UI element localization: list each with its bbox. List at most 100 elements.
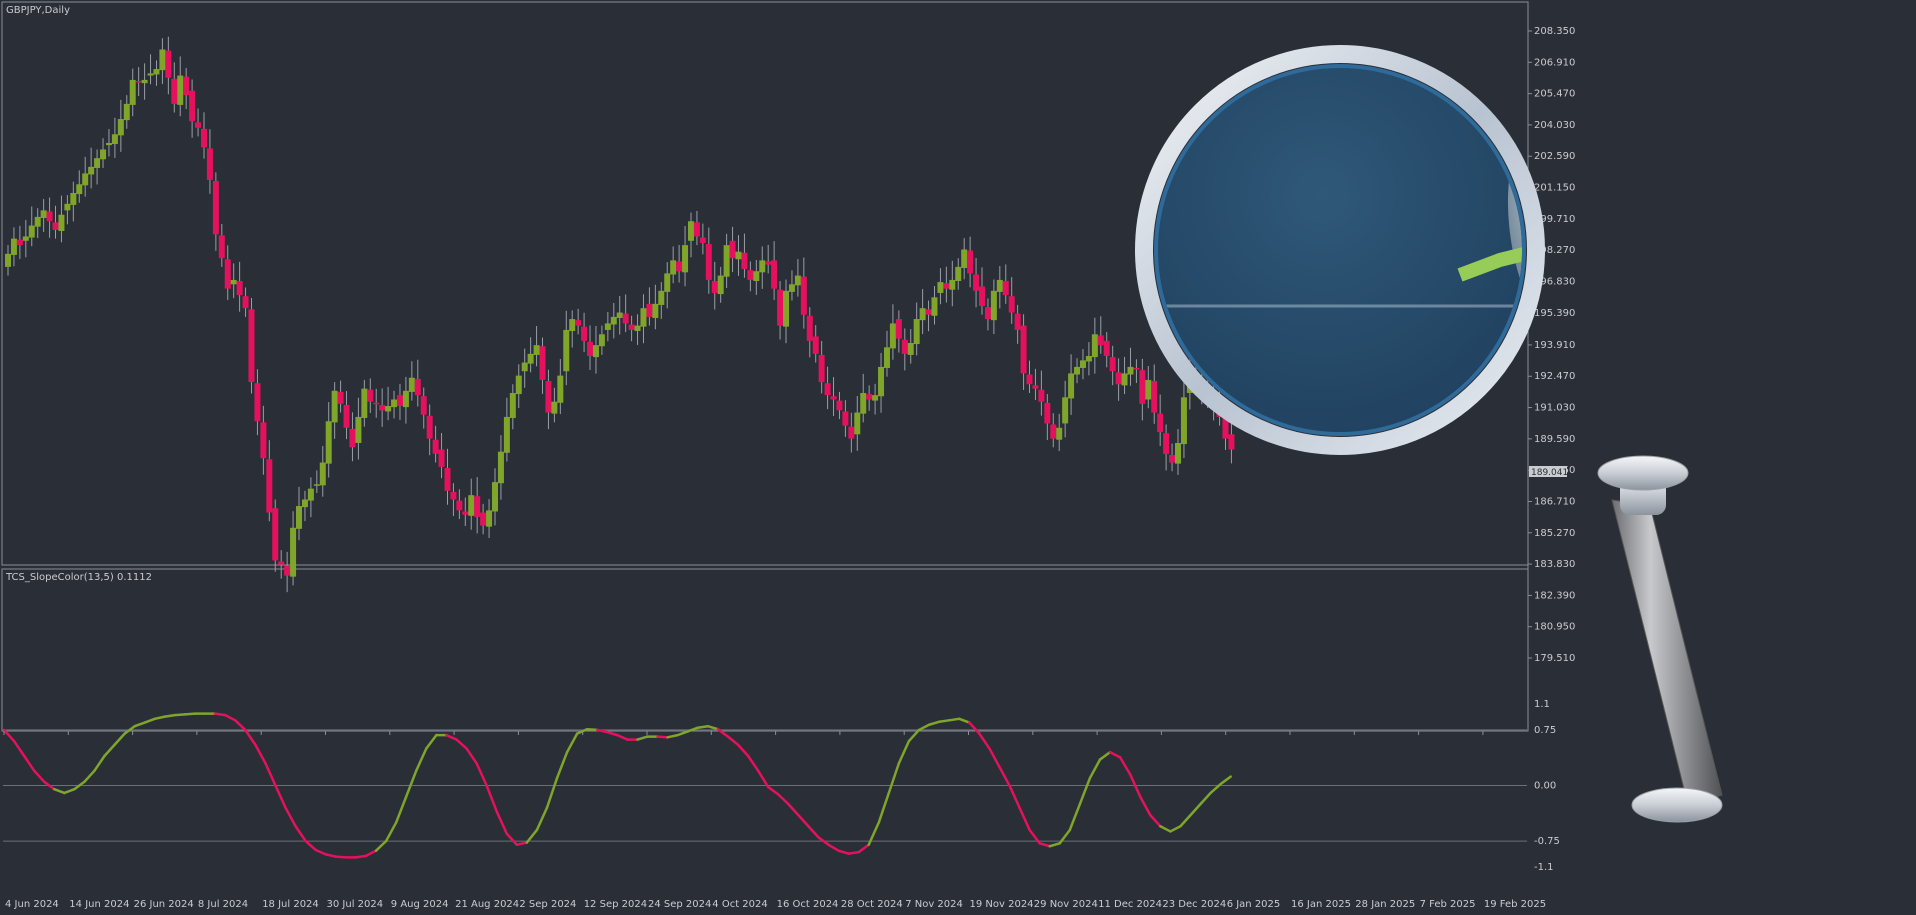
price-tick-label: 205.470 xyxy=(1534,89,1575,100)
indicator-segment xyxy=(384,821,398,843)
candle xyxy=(955,258,962,290)
indicator-segment xyxy=(294,825,307,843)
candle xyxy=(212,172,219,251)
candle xyxy=(753,259,760,295)
candle xyxy=(711,261,718,310)
indicator-segment xyxy=(1048,842,1062,848)
candle xyxy=(1228,422,1235,464)
indicator-segment xyxy=(827,843,840,852)
time-tick-label: 4 Oct 2024 xyxy=(712,899,767,910)
candle xyxy=(1163,424,1170,471)
price-tick-label: 191.030 xyxy=(1534,403,1575,414)
candle xyxy=(123,95,130,129)
candle xyxy=(628,315,635,342)
candle xyxy=(254,369,261,436)
indicator-level-label: 0.00 xyxy=(1534,781,1556,792)
candle xyxy=(919,289,926,335)
indicator-segment xyxy=(223,713,237,722)
candle xyxy=(687,212,694,258)
candle xyxy=(402,376,409,424)
candle xyxy=(5,245,11,276)
candle xyxy=(652,284,659,330)
candle xyxy=(830,377,837,417)
price-tick-label: 201.150 xyxy=(1534,183,1575,194)
indicator-segment xyxy=(83,769,96,784)
indicator-segment xyxy=(394,795,408,824)
candle xyxy=(854,396,861,451)
time-tick-label: 19 Feb 2025 xyxy=(1484,899,1546,910)
chart-window[interactable]: GBPJPY,Daily TCS_SlopeColor(13,5) 0.1112… xyxy=(0,0,1916,915)
chart-title: GBPJPY,Daily xyxy=(6,5,70,16)
candle xyxy=(866,385,873,411)
indicator-segment xyxy=(1179,813,1192,828)
time-tick-label: 16 Jan 2025 xyxy=(1291,899,1351,910)
candle xyxy=(676,244,683,283)
candle xyxy=(88,147,95,189)
indicator-segment xyxy=(947,717,961,722)
candle xyxy=(723,233,730,288)
candle xyxy=(480,503,487,535)
indicator-segment xyxy=(404,769,418,798)
candle xyxy=(759,246,766,289)
candle xyxy=(426,404,433,456)
candle xyxy=(272,499,279,572)
candle xyxy=(373,388,380,418)
candle xyxy=(818,341,825,394)
candle xyxy=(1014,304,1021,344)
candle xyxy=(10,227,17,267)
candle xyxy=(545,369,552,430)
candle xyxy=(153,60,160,86)
candle xyxy=(747,261,754,292)
indicator-segment xyxy=(787,802,800,817)
indicator-segment xyxy=(133,721,147,728)
candle xyxy=(444,448,451,505)
indicator-segment xyxy=(545,776,559,809)
candle xyxy=(794,259,801,297)
candle xyxy=(1151,364,1158,424)
indicator-segment xyxy=(907,728,921,743)
price-tick-label: 202.590 xyxy=(1534,151,1575,162)
time-tick-label: 9 Aug 2024 xyxy=(391,899,449,910)
indicator-segment xyxy=(776,793,790,806)
time-tick-label: 28 Jan 2025 xyxy=(1355,899,1415,910)
candle xyxy=(492,468,499,526)
candle xyxy=(842,400,849,437)
time-tick-label: 8 Jul 2024 xyxy=(198,899,248,910)
candle xyxy=(943,266,950,303)
candle xyxy=(836,391,843,420)
candle xyxy=(325,402,332,478)
time-tick-label: 16 Oct 2024 xyxy=(777,899,839,910)
candle xyxy=(1050,413,1057,448)
candle xyxy=(319,446,326,497)
candle xyxy=(230,263,237,299)
candle xyxy=(824,366,831,410)
candle xyxy=(812,325,819,363)
indicator-segment xyxy=(1149,813,1162,828)
candle xyxy=(925,300,932,332)
candle xyxy=(432,425,439,463)
current-price-label: 189.041 xyxy=(1531,468,1568,478)
candle xyxy=(878,352,885,413)
time-tick-label: 19 Nov 2024 xyxy=(970,899,1034,910)
candle xyxy=(28,206,35,247)
candle xyxy=(278,550,285,579)
indicator-segment xyxy=(1088,758,1102,780)
indicator-segment xyxy=(616,733,629,741)
candle xyxy=(1091,317,1098,374)
candle xyxy=(284,551,291,593)
indicator-segment xyxy=(113,732,126,746)
indicator-segment xyxy=(314,848,328,856)
candle xyxy=(391,390,398,419)
candle xyxy=(367,378,374,413)
time-axis: 4 Jun 2024 14 Jun 2024 26 Jun 2024 8 Jul 20… xyxy=(3,731,1546,910)
indicator-segment xyxy=(636,735,649,741)
candle xyxy=(171,62,178,113)
indicator-segment xyxy=(927,720,941,726)
time-tick-label: 30 Jul 2024 xyxy=(327,899,384,910)
indicator-segment xyxy=(264,762,277,787)
candle xyxy=(1157,394,1164,447)
candle xyxy=(587,325,594,370)
candle xyxy=(860,373,867,423)
candle xyxy=(729,226,736,273)
candle xyxy=(551,387,558,423)
